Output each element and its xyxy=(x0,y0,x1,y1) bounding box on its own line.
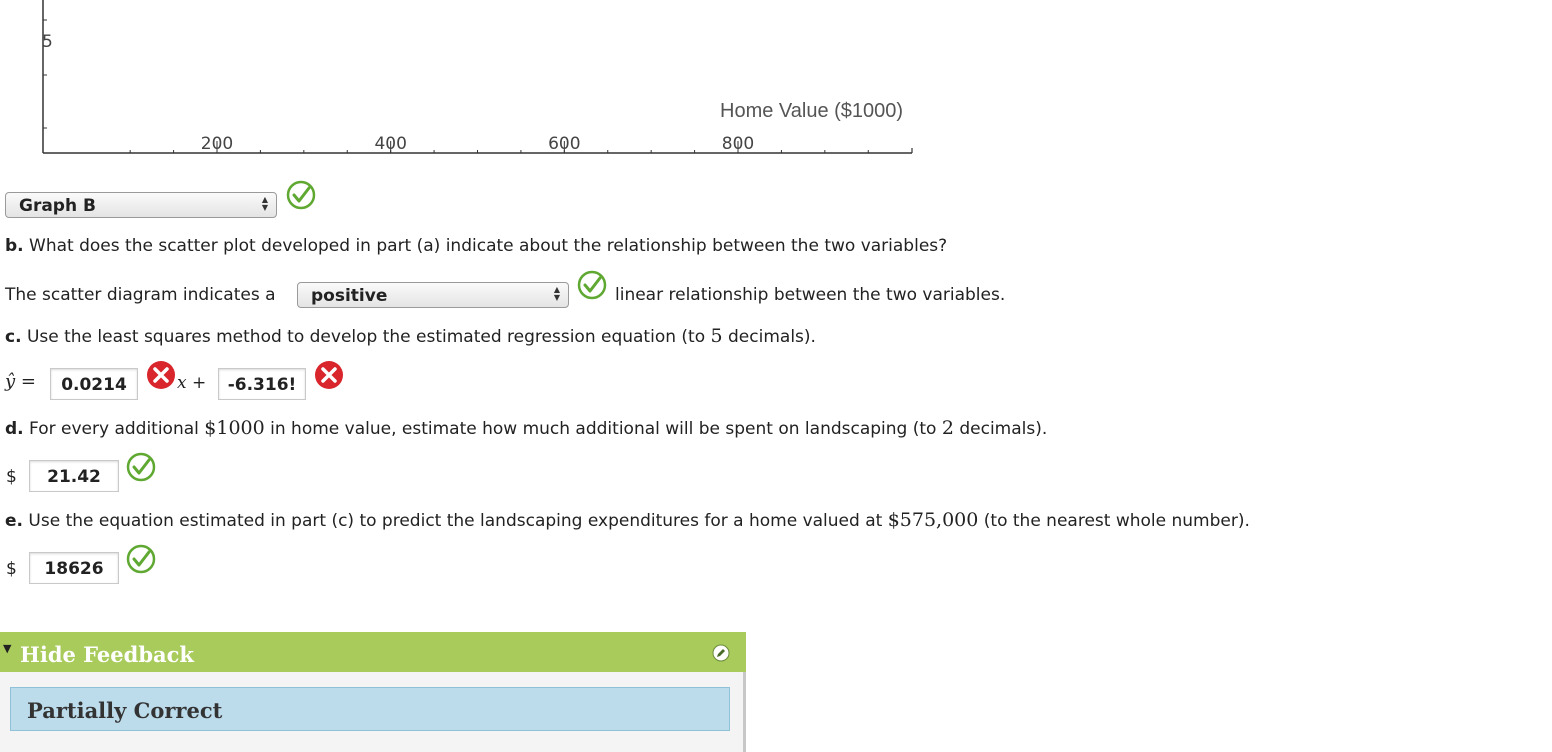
question-c-decimals: 5 xyxy=(710,325,723,347)
chart-axes xyxy=(42,0,913,154)
question-d: d. For every additional $1000 in home va… xyxy=(5,417,1047,439)
x-axis-title: Home Value ($1000) xyxy=(720,100,903,122)
question-d-decimals: 2 xyxy=(941,417,954,439)
x-tick-label: 800 xyxy=(722,134,754,154)
x-icon xyxy=(147,361,175,389)
check-icon xyxy=(126,544,156,574)
check-icon xyxy=(286,180,316,210)
question-e-text-end: (to the nearest whole number). xyxy=(983,511,1250,531)
x-tick-label: 400 xyxy=(374,134,406,154)
question-d-label: d. xyxy=(5,419,24,439)
prediction-input[interactable]: 18626 xyxy=(29,552,119,584)
currency-symbol: $ xyxy=(6,559,17,579)
question-c: c. Use the least squares method to devel… xyxy=(5,325,816,347)
feedback-status-box: Partially Correct xyxy=(10,687,730,731)
x-tick-label: 200 xyxy=(201,134,233,154)
hide-feedback-link[interactable]: Hide Feedback xyxy=(20,642,194,667)
question-d-text: For every additional xyxy=(29,419,199,439)
yhat-symbol: ŷ = xyxy=(5,371,36,392)
scatter-chart: 200 400 600 800 5 Home Value ($1000) xyxy=(42,0,913,154)
graph-select[interactable]: Graph B ▲ ▼ xyxy=(5,192,277,218)
y-tick-label: 5 xyxy=(42,32,53,52)
x-tick-label: 600 xyxy=(548,134,580,154)
chart-ticks: 200 400 600 800 5 xyxy=(42,19,869,154)
currency-symbol: $ xyxy=(6,467,17,487)
question-d-amount: $1000 xyxy=(204,417,265,439)
question-e-label: e. xyxy=(5,511,23,531)
graph-select-value: Graph B xyxy=(19,196,96,216)
intercept-input[interactable]: -6.316! xyxy=(218,368,306,400)
feedback-status-text: Partially Correct xyxy=(27,698,223,723)
slope-input[interactable]: 0.0214 xyxy=(50,368,138,400)
select-arrows-icon: ▲ ▼ xyxy=(261,195,269,212)
question-d-text-end: decimals). xyxy=(959,419,1048,439)
question-c-text: Use the least squares method to develop … xyxy=(26,327,706,347)
relationship-select[interactable]: positive ▲ ▼ xyxy=(297,282,569,308)
check-icon xyxy=(577,270,607,300)
question-c-label: c. xyxy=(5,327,22,347)
feedback-header[interactable]: ▼ Hide Feedback xyxy=(0,632,746,672)
relationship-select-value: positive xyxy=(311,286,388,306)
collapse-triangle-icon: ▼ xyxy=(3,642,12,655)
answer-b-suffix: linear relationship between the two vari… xyxy=(615,285,1006,305)
answer-b-prefix: The scatter diagram indicates a xyxy=(5,285,276,305)
pencil-icon[interactable] xyxy=(712,644,730,662)
question-b: b. What does the scatter plot developed … xyxy=(5,236,947,256)
question-c-text-end: decimals). xyxy=(728,327,816,347)
question-d-text-mid: in home value, estimate how much additio… xyxy=(270,419,937,439)
question-b-text: What does the scatter plot developed in … xyxy=(29,236,948,256)
question-e-text: Use the equation estimated in part (c) t… xyxy=(28,511,883,531)
question-b-label: b. xyxy=(5,236,24,256)
x-icon xyxy=(315,361,343,389)
slope-interpretation-input[interactable]: 21.42 xyxy=(29,460,119,492)
check-icon xyxy=(126,452,156,482)
x-term: x + xyxy=(177,373,207,393)
question-e: e. Use the equation estimated in part (c… xyxy=(5,509,1250,531)
select-arrows-icon: ▲ ▼ xyxy=(553,285,561,302)
question-e-amount: $575,000 xyxy=(887,509,979,531)
